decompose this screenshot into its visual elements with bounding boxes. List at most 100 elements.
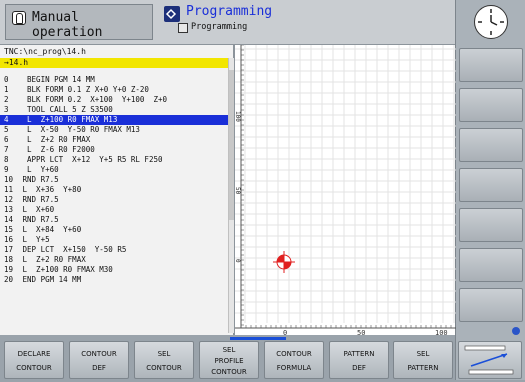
line-code: RND R7.5 (18, 175, 59, 184)
softkey-page-indicator (230, 337, 286, 340)
softkey-3[interactable]: SEL CONTOUR (134, 341, 194, 379)
softkey-label: CONTOUR (211, 368, 247, 376)
y-tick-label: 50 (235, 187, 241, 195)
program-line[interactable]: 7 L Z-6 R0 F2000 (0, 145, 228, 155)
line-number: 2 (4, 95, 9, 104)
line-code: L Z+100 R0 FMAX M30 (18, 265, 113, 274)
line-number: 10 (4, 175, 14, 184)
program-line[interactable]: 10 RND R7.5 (0, 175, 228, 185)
line-number: 19 (4, 265, 14, 274)
line-number: 0 (4, 75, 9, 84)
vertical-softkey-1[interactable] (459, 48, 523, 82)
line-code: L X+84 Y+60 (18, 225, 82, 234)
softkey-1[interactable]: DECLARE CONTOUR (4, 341, 64, 379)
softkey-2[interactable]: CONTOUR DEF (69, 341, 129, 379)
vertical-softkey-4[interactable] (459, 168, 523, 202)
line-number: 3 (4, 105, 9, 114)
line-number: 17 (4, 245, 14, 254)
line-code: L Z+2 R0 FMAX (18, 135, 91, 144)
program-line[interactable]: 4 L Z+100 R0 FMAX M13 (0, 115, 228, 125)
softkey-4[interactable]: SEL PROFILE CONTOUR (199, 341, 259, 379)
softkey-label: PROFILE (214, 357, 244, 365)
program-path: TNC:\nc_prog\14.h (4, 47, 86, 56)
line-number: 20 (4, 275, 14, 284)
mode-bar: Manual operation Programming Programming (0, 0, 455, 45)
line-code: L Z+2 R0 FMAX (18, 255, 86, 264)
line-code: L Z+100 R0 FMAX M13 (18, 115, 118, 124)
softkey-5[interactable]: CONTOUR FORMULA (264, 341, 324, 379)
softkey-switch-bar[interactable] (458, 341, 522, 379)
program-line[interactable]: 17 DEP LCT X+150 Y-50 R5 (0, 245, 228, 255)
program-line[interactable]: 9 L Y+60 (0, 165, 228, 175)
line-code: BLK FORM 0.2 X+100 Y+100 Z+0 (18, 95, 168, 104)
program-line[interactable]: 11 L X+36 Y+80 (0, 185, 228, 195)
program-line[interactable]: 14 RND R7.5 (0, 215, 228, 225)
line-code: L Y+60 (18, 165, 59, 174)
status-dot-icon (512, 327, 520, 335)
line-code: BEGIN PGM 14 MM (18, 75, 95, 84)
softkey-label: SEL (222, 346, 236, 354)
softkey-label: PATTERN (343, 350, 375, 358)
softkey-7[interactable]: SEL PATTERN (393, 341, 453, 379)
vertical-softkey-7[interactable] (459, 288, 523, 322)
line-number: 6 (4, 135, 9, 144)
line-number: 11 (4, 185, 14, 194)
line-code: L X+60 (18, 205, 55, 214)
line-number: 9 (4, 165, 9, 174)
softkey-label: DECLARE (17, 350, 51, 358)
line-code: RND R7.5 (18, 195, 59, 204)
vertical-softkey-column (455, 0, 525, 380)
programming-label: Programming (186, 4, 273, 19)
vertical-softkey-3[interactable] (459, 128, 523, 162)
programming-tab[interactable]: Programming Programming (164, 4, 404, 40)
softkey-label: PATTERN (407, 364, 439, 372)
file-name: →14.h (4, 58, 29, 67)
softkey-label: CONTOUR (81, 350, 117, 358)
vertical-softkey-2[interactable] (459, 88, 523, 122)
line-number: 7 (4, 145, 9, 154)
program-editor: TNC:\nc_prog\14.h →14.h 0 BEGIN PGM 14 M… (0, 45, 234, 335)
line-number: 1 (4, 85, 9, 94)
datum-fill (284, 262, 291, 269)
softkey-label: CONTOUR (276, 350, 312, 358)
program-line[interactable]: 5 L X-50 Y-50 R0 FMAX M13 (0, 125, 228, 135)
line-number: 16 (4, 235, 14, 244)
softkey-label: CONTOUR (146, 364, 182, 372)
program-line[interactable]: 3 TOOL CALL 5 Z S3500 (0, 105, 228, 115)
program-line[interactable]: 19 L Z+100 R0 FMAX M30 (0, 265, 228, 275)
program-line[interactable]: 6 L Z+2 R0 FMAX (0, 135, 228, 145)
program-line[interactable]: 12 RND R7.5 (0, 195, 228, 205)
contour-graphic: 0 50 100 100 50 0 (234, 45, 456, 335)
programming-icon (164, 6, 180, 22)
softkey-label: SEL (416, 350, 430, 358)
program-line[interactable]: 16 L Y+5 (0, 235, 228, 245)
line-number: 5 (4, 125, 9, 134)
x-tick-label: 100 (435, 329, 448, 335)
line-number: 18 (4, 255, 14, 264)
file-name-row: →14.h (0, 58, 228, 68)
horizontal-softkey-row: DECLARE CONTOUR CONTOUR DEF SEL CONTOUR SEL PRO… (0, 337, 455, 380)
line-number: 15 (4, 225, 14, 234)
softkey-label: DEF (352, 364, 366, 372)
softkey-label: FORMULA (276, 364, 312, 372)
y-tick-label: 100 (235, 111, 241, 122)
program-line[interactable]: 2 BLK FORM 0.2 X+100 Y+100 Z+0 (0, 95, 228, 105)
programming-sublabel: Programming (191, 22, 248, 32)
manual-operation-tab[interactable]: Manual operation (5, 4, 153, 40)
vertical-softkey-6[interactable] (459, 248, 523, 282)
line-code: BLK FORM 0.1 Z X+0 Y+0 Z-20 (18, 85, 149, 94)
program-line[interactable]: 18 L Z+2 R0 FMAX (0, 255, 228, 265)
vertical-softkey-5[interactable] (459, 208, 523, 242)
softkey-6[interactable]: PATTERN DEF (329, 341, 389, 379)
program-line[interactable]: 0 BEGIN PGM 14 MM (0, 75, 228, 85)
softkey-label: CONTOUR (16, 364, 52, 372)
program-line[interactable]: 8 APPR LCT X+12 Y+5 R5 RL F250 (0, 155, 228, 165)
program-line[interactable]: 1 BLK FORM 0.1 Z X+0 Y+0 Z-20 (0, 85, 228, 95)
program-line[interactable]: 13 L X+60 (0, 205, 228, 215)
clock-icon (474, 5, 508, 39)
line-code: L X-50 Y-50 R0 FMAX M13 (18, 125, 140, 134)
line-code: L Y+5 (18, 235, 50, 244)
manual-operation-label: Manual operation (32, 10, 103, 40)
program-line[interactable]: 20 END PGM 14 MM (0, 275, 228, 285)
program-line[interactable]: 15 L X+84 Y+60 (0, 225, 228, 235)
